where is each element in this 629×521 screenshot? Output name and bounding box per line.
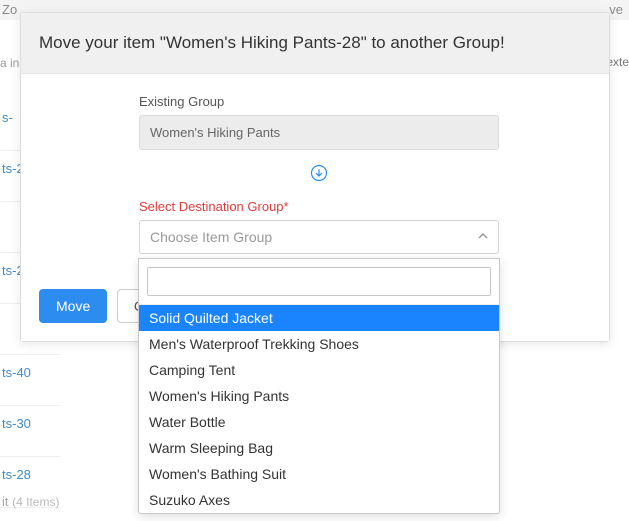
dropdown-option[interactable]: Women's Hiking Pants — [139, 383, 499, 409]
dropdown-option[interactable]: Men's Waterproof Trekking Shoes — [139, 331, 499, 357]
modal-header: Move your item "Women's Hiking Pants-28"… — [21, 13, 609, 74]
bg-topbar-right: ve — [609, 2, 623, 17]
chevron-up-icon — [478, 231, 488, 244]
destination-group-placeholder: Choose Item Group — [150, 229, 272, 245]
destination-group-select[interactable]: Choose Item Group — [139, 220, 499, 254]
modal-body: Existing Group Women's Hiking Pants Sele… — [21, 74, 609, 276]
dropdown-option[interactable]: Solid Quilted Jacket — [139, 305, 499, 331]
bg-footer: it (4 Items) — [2, 494, 59, 509]
bg-side-item[interactable]: ts-40 — [0, 355, 60, 406]
move-button[interactable]: Move — [39, 289, 107, 323]
existing-group-label: Existing Group — [139, 94, 499, 109]
dropdown-option[interactable]: Women's Bathing Suit — [139, 461, 499, 487]
bg-in-text: a in — [0, 56, 19, 70]
bg-topbar-left: Zo — [2, 2, 17, 17]
dropdown-option[interactable]: Suzuko Axes — [139, 487, 499, 513]
existing-group-value: Women's Hiking Pants — [139, 115, 499, 150]
bg-footer-label: it — [2, 494, 9, 509]
dropdown-option[interactable]: Camping Tent — [139, 357, 499, 383]
destination-group-label: Select Destination Group* — [139, 199, 499, 214]
dropdown-search-input[interactable] — [147, 267, 491, 296]
destination-group-field: Select Destination Group* Choose Item Gr… — [139, 199, 499, 254]
dropdown-option[interactable]: Water Bottle — [139, 409, 499, 435]
dropdown-options: Solid Quilted Jacket Men's Waterproof Tr… — [139, 305, 499, 513]
dropdown-option[interactable]: Warm Sleeping Bag — [139, 435, 499, 461]
bg-footer-count: (4 Items) — [12, 495, 59, 509]
bg-side-item[interactable]: ts-30 — [0, 406, 60, 457]
existing-group-field: Existing Group Women's Hiking Pants — [139, 94, 499, 150]
dropdown-search-wrapper — [139, 259, 499, 305]
modal-title: Move your item "Women's Hiking Pants-28"… — [39, 33, 591, 53]
destination-group-dropdown: Solid Quilted Jacket Men's Waterproof Tr… — [138, 258, 500, 514]
arrow-down-icon — [139, 164, 499, 185]
